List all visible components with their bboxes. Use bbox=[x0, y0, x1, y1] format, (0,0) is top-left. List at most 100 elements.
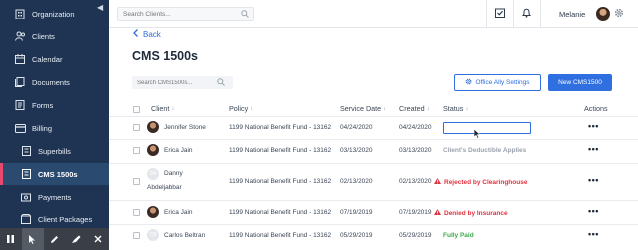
client-search bbox=[117, 7, 254, 21]
close-icon[interactable] bbox=[87, 228, 109, 250]
cms-form-icon bbox=[20, 168, 32, 180]
mouse-cursor-icon bbox=[473, 128, 481, 141]
created-cell: 07/19/2019 bbox=[399, 209, 432, 216]
column-header-policy[interactable]: Policy ↓ bbox=[229, 104, 253, 113]
policy-cell: 1199 National Benefit Fund - 13162 bbox=[229, 147, 332, 154]
sidebar-item-label: Documents bbox=[32, 77, 70, 87]
row-actions-button[interactable]: ••• bbox=[588, 229, 599, 239]
column-header-label: Service Date bbox=[340, 104, 382, 113]
column-header-label: Created bbox=[399, 104, 425, 113]
sidebar-item-label: Superbills bbox=[38, 146, 71, 156]
package-icon bbox=[20, 213, 32, 225]
office-ally-settings-label: Office Ally Settings bbox=[475, 79, 530, 86]
annotation-toolbar bbox=[0, 228, 109, 250]
sidebar-item-calendar[interactable]: Calendar bbox=[0, 48, 109, 70]
settings-gear-icon[interactable] bbox=[614, 8, 624, 20]
gear-icon bbox=[465, 78, 472, 87]
status-label: Rejected by Clearinghouse bbox=[444, 178, 528, 186]
service-date-cell: 04/24/2020 bbox=[340, 124, 373, 131]
active-indicator bbox=[0, 163, 3, 185]
office-ally-settings-button[interactable]: Office Ally Settings bbox=[454, 74, 541, 91]
row-checkbox[interactable] bbox=[133, 147, 140, 154]
search-icon[interactable] bbox=[241, 10, 249, 20]
sidebar-item-documents[interactable]: Documents bbox=[0, 71, 109, 93]
divider bbox=[540, 0, 541, 28]
row-actions-button[interactable]: ••• bbox=[588, 175, 599, 185]
row-checkbox[interactable] bbox=[133, 178, 140, 185]
column-header-label: Policy bbox=[229, 104, 249, 113]
select-all-checkbox[interactable] bbox=[133, 106, 140, 113]
user-avatar[interactable] bbox=[596, 7, 610, 21]
payments-icon bbox=[20, 191, 32, 203]
pointer-tool-button[interactable] bbox=[21, 228, 44, 250]
sidebar-item-label: Forms bbox=[32, 100, 54, 110]
sort-arrow-icon: ↓ bbox=[383, 105, 387, 112]
checklist-icon bbox=[494, 8, 505, 20]
building-icon bbox=[14, 8, 26, 20]
warning-icon bbox=[434, 178, 441, 186]
service-date-cell: 02/13/2020 bbox=[340, 178, 373, 185]
sidebar-item-label: Calendar bbox=[32, 54, 63, 64]
client-name[interactable]: Carlos Beltran bbox=[164, 232, 205, 239]
row-checkbox[interactable] bbox=[133, 124, 140, 131]
sidebar-item-label: Billing bbox=[32, 123, 53, 133]
row-checkbox[interactable] bbox=[133, 209, 140, 216]
sidebar-item-superbills[interactable]: Superbills bbox=[0, 140, 109, 162]
sidebar-item-billing[interactable]: Billing bbox=[0, 117, 109, 139]
back-link[interactable]: Back bbox=[133, 29, 161, 39]
row-checkbox[interactable] bbox=[133, 232, 140, 239]
pen-tool-button[interactable] bbox=[44, 228, 66, 250]
policy-cell: 1199 National Benefit Fund - 13162 bbox=[229, 232, 332, 239]
sidebar-item-forms[interactable]: Forms bbox=[0, 94, 109, 116]
warning-icon bbox=[434, 209, 441, 217]
back-label: Back bbox=[143, 29, 161, 39]
policy-cell: 1199 National Benefit Fund - 13162 bbox=[229, 124, 332, 131]
notifications-button[interactable] bbox=[513, 0, 539, 28]
column-header-client[interactable]: Client ↓ bbox=[151, 104, 174, 113]
client-initials-avatar: DA bbox=[147, 168, 159, 180]
tasks-button[interactable] bbox=[486, 0, 512, 28]
created-cell: 04/24/2020 bbox=[399, 124, 432, 131]
client-name[interactable]: Erica Jain bbox=[164, 209, 193, 216]
client-avatar bbox=[147, 121, 159, 133]
documents-icon bbox=[14, 76, 26, 88]
row-actions-button[interactable]: ••• bbox=[588, 144, 599, 154]
highlighter-tool-button[interactable] bbox=[65, 228, 87, 250]
sidebar-item-label: Client Packages bbox=[38, 214, 93, 224]
client-search-input[interactable] bbox=[118, 8, 228, 20]
new-cms1500-button[interactable]: New CMS1500 bbox=[548, 74, 612, 91]
users-icon bbox=[14, 30, 26, 42]
column-header-service-date[interactable]: Service Date ↓ bbox=[340, 104, 386, 113]
client-name[interactable]: Jennifer Stone bbox=[164, 124, 206, 131]
status-input[interactable] bbox=[443, 122, 531, 134]
table-row bbox=[109, 163, 638, 200]
search-icon[interactable] bbox=[217, 78, 225, 88]
client-initials-avatar: CB bbox=[147, 229, 159, 241]
policy-cell: 1199 National Benefit Fund - 13162 bbox=[229, 178, 332, 185]
sidebar-item-cms-1500s[interactable]: CMS 1500s bbox=[0, 163, 109, 185]
sidebar-item-organization[interactable]: Organization bbox=[0, 3, 109, 25]
row-actions-button[interactable]: ••• bbox=[588, 206, 599, 216]
sidebar-item-clients[interactable]: Clients bbox=[0, 25, 109, 47]
client-name-line2[interactable]: Abdeljabbar bbox=[147, 184, 182, 191]
created-cell: 02/13/2020 bbox=[399, 178, 432, 185]
column-header-status[interactable]: Status ↓ bbox=[443, 104, 468, 113]
user-name: Melanie bbox=[559, 10, 586, 19]
client-name[interactable]: Danny bbox=[164, 170, 183, 177]
superbill-icon bbox=[20, 145, 32, 157]
pause-button[interactable] bbox=[0, 228, 22, 250]
service-date-cell: 07/19/2019 bbox=[340, 209, 373, 216]
column-header-created[interactable]: Created ↓ bbox=[399, 104, 430, 113]
cms-search-input[interactable] bbox=[132, 76, 212, 89]
status-badge: Rejected by Clearinghouse bbox=[434, 178, 527, 186]
status-label: Client's Deductible Applies bbox=[443, 147, 527, 154]
bell-icon bbox=[522, 8, 531, 20]
forms-icon bbox=[14, 99, 26, 111]
row-actions-button[interactable]: ••• bbox=[588, 121, 599, 131]
credit-card-icon bbox=[14, 122, 26, 134]
status-badge: Client's Deductible Applies bbox=[443, 147, 526, 154]
cms-search bbox=[132, 76, 233, 89]
sidebar-item-payments[interactable]: Payments bbox=[0, 186, 109, 208]
sidebar-item-client-packages[interactable]: Client Packages bbox=[0, 208, 109, 230]
client-name[interactable]: Erica Jain bbox=[164, 147, 193, 154]
